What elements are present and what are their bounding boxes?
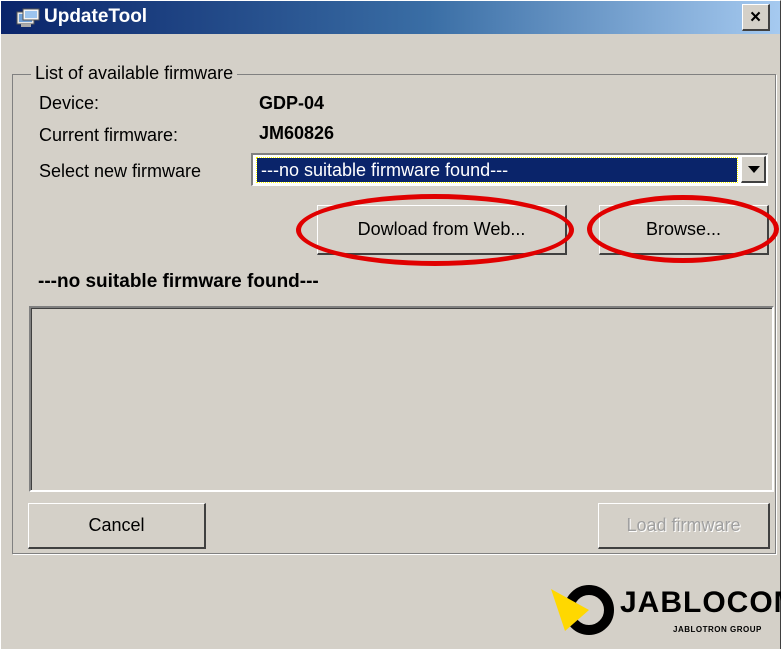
current-firmware-label: Current firmware:	[39, 125, 179, 145]
logo-subtitle: JABLOTRON GROUP	[673, 625, 762, 634]
firmware-select[interactable]: ---no suitable firmware found---	[251, 153, 768, 186]
current-firmware-value: JM60826	[259, 123, 335, 143]
dropdown-arrow-icon[interactable]	[741, 156, 766, 183]
groupbox-title: List of available firmware	[31, 61, 238, 85]
jablocom-logo: JABLOCOM JABLOTRON GROUP	[549, 579, 781, 641]
device-value: GDP-04	[259, 93, 325, 113]
browse-button[interactable]: Browse...	[599, 205, 769, 255]
jablocom-logo-icon	[551, 585, 614, 635]
download-from-web-button[interactable]: Dowload from Web...	[317, 205, 567, 255]
device-label: Device:	[39, 93, 100, 113]
cancel-label: Cancel	[88, 515, 145, 535]
select-firmware-label: Select new firmware	[39, 161, 202, 181]
title-bar[interactable]: UpdateTool ×	[1, 1, 780, 34]
app-icon	[16, 8, 40, 27]
logo-wordmark: JABLOCOM	[620, 586, 781, 619]
cancel-button[interactable]: Cancel	[28, 503, 206, 549]
close-icon: ×	[749, 6, 762, 28]
load-firmware-button: Load firmware	[598, 503, 770, 549]
firmware-details-box	[29, 306, 774, 492]
download-from-web-label: Dowload from Web...	[357, 219, 526, 239]
load-firmware-label: Load firmware	[626, 515, 741, 535]
window-title: UpdateTool	[44, 6, 148, 27]
browse-label: Browse...	[645, 219, 722, 239]
close-button[interactable]: ×	[742, 4, 770, 31]
update-tool-window: UpdateTool × List of available firmware …	[0, 0, 781, 649]
status-message: ---no suitable firmware found---	[38, 271, 319, 292]
firmware-select-value: ---no suitable firmware found---	[256, 157, 738, 183]
